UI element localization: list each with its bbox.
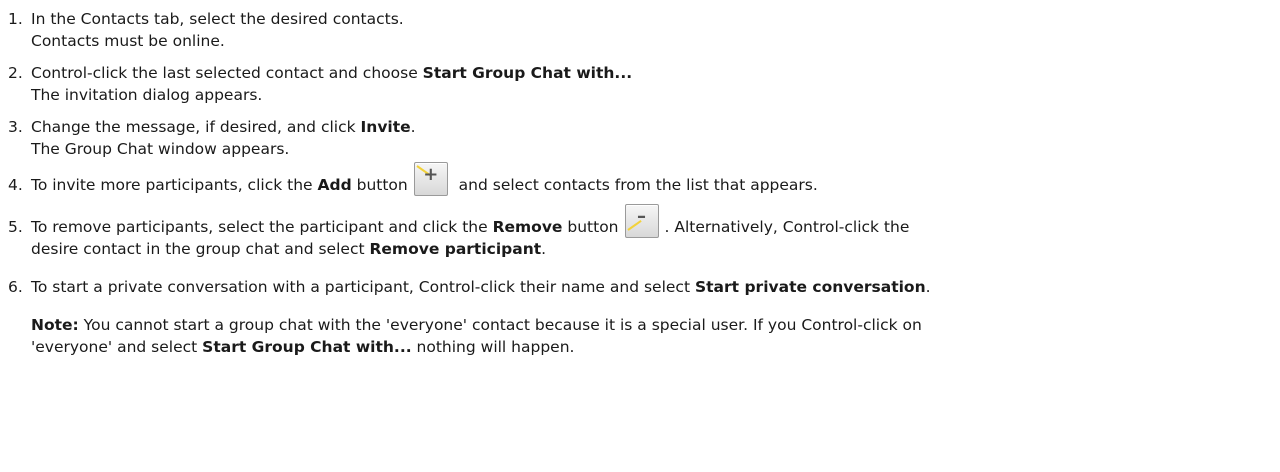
instruction-text: To remove participants, select the parti… <box>31 218 493 236</box>
instruction-text: . <box>541 240 547 258</box>
menu-item-start-group-chat: Start Group Chat with... <box>202 338 412 356</box>
help-document: 1. In the Contacts tab, select the desir… <box>8 8 1273 358</box>
step-instruction: To start a private conversation with a p… <box>31 276 1273 298</box>
step-instruction: Control-click the last selected contact … <box>31 62 1273 84</box>
step-5: 5. To remove participants, select the pa… <box>8 204 1273 260</box>
step-text: Change the message, if desired, and clic… <box>31 116 1273 160</box>
step-instruction: To remove participants, select the parti… <box>31 204 1273 238</box>
instruction-text: desire contact in the group chat and sel… <box>31 240 370 258</box>
step-text: To start a private conversation with a p… <box>31 276 1273 298</box>
step-number: 6. <box>8 278 23 296</box>
step-2: 2. Control-click the last selected conta… <box>8 62 1273 106</box>
step-number: 5. <box>8 218 23 236</box>
step-number: 1. <box>8 10 23 28</box>
instruction-text: Change the message, if desired, and clic… <box>31 118 361 136</box>
note-text: 'everyone' and select <box>31 338 203 356</box>
step-number: 4. <box>8 176 23 194</box>
step-number: 3. <box>8 118 23 136</box>
step-4: 4. To invite more participants, click th… <box>8 162 1273 196</box>
instruction-text: and select contacts from the list that a… <box>453 176 818 194</box>
instruction-text: button <box>562 218 619 236</box>
step-instruction-continued: desire contact in the group chat and sel… <box>31 238 1273 260</box>
remove-button-name: Remove <box>492 218 563 236</box>
step-result: The Group Chat window appears. <box>31 140 290 158</box>
step-number: 2. <box>8 64 23 82</box>
menu-item-remove-participant: Remove participant <box>369 240 542 258</box>
step-3: 3. Change the message, if desired, and c… <box>8 116 1273 160</box>
menu-item-start-private-conversation: Start private conversation <box>694 278 926 296</box>
step-result: The invitation dialog appears. <box>31 86 263 104</box>
step-instruction: To invite more participants, click the A… <box>31 162 1273 196</box>
note-text: nothing will happen. <box>411 338 575 356</box>
note-label: Note: <box>31 316 79 334</box>
minus-icon: – <box>637 206 647 227</box>
note-text: You cannot start a group chat with the '… <box>78 316 922 334</box>
instruction-text: . <box>410 118 416 136</box>
step-text: Control-click the last selected contact … <box>31 62 1273 106</box>
instruction-text: . <box>925 278 931 296</box>
invite-button-name: Invite <box>360 118 411 136</box>
step-instruction: Change the message, if desired, and clic… <box>31 116 1273 138</box>
add-button-name: Add <box>317 176 352 194</box>
menu-item-start-group-chat: Start Group Chat with... <box>422 64 633 82</box>
step-instruction: In the Contacts tab, select the desired … <box>31 10 404 28</box>
instruction-text: Control-click the last selected contact … <box>31 64 423 82</box>
step-text: In the Contacts tab, select the desired … <box>31 8 1273 52</box>
instruction-text: . Alternatively, Control-click the <box>664 218 910 236</box>
step-1: 1. In the Contacts tab, select the desir… <box>8 8 1273 52</box>
plus-icon: + <box>423 164 439 185</box>
add-button-icon: + <box>413 162 448 196</box>
step-text: To remove participants, select the parti… <box>31 204 1273 260</box>
note-line: 'everyone' and select Start Group Chat w… <box>31 336 1273 358</box>
note-line: Note: You cannot start a group chat with… <box>31 314 1273 336</box>
step-6: 6. To start a private conversation with … <box>8 276 1273 298</box>
note-block: Note: You cannot start a group chat with… <box>31 314 1273 358</box>
instruction-text: button <box>351 176 408 194</box>
step-result: Contacts must be online. <box>31 32 225 50</box>
remove-button-icon: – <box>624 204 659 238</box>
instruction-text: To invite more participants, click the <box>31 176 318 194</box>
instruction-text: To start a private conversation with a p… <box>31 278 695 296</box>
step-text: To invite more participants, click the A… <box>31 162 1273 196</box>
